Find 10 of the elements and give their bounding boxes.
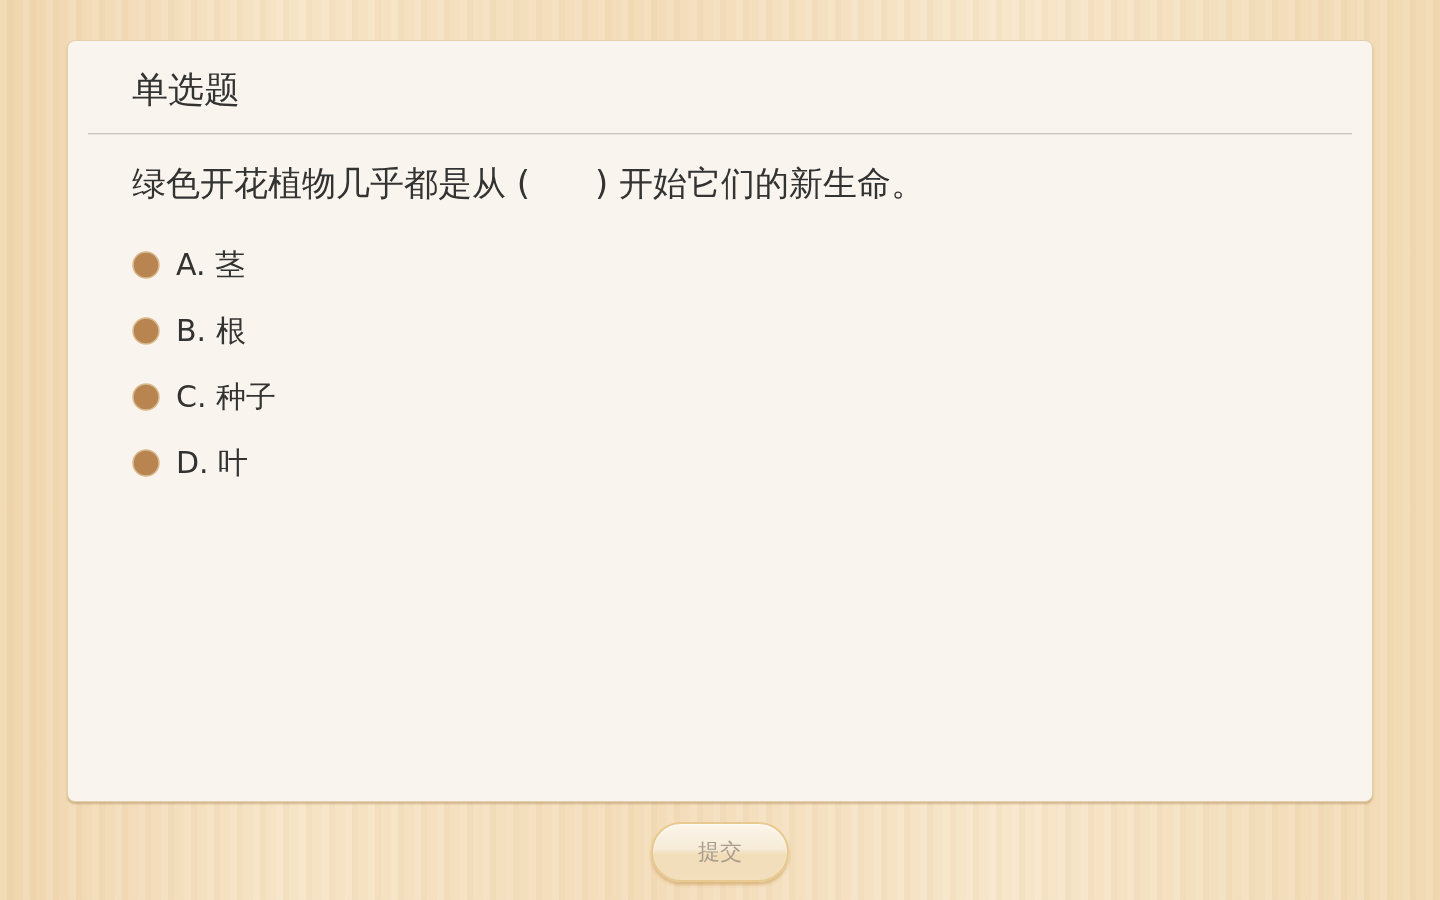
radio-icon[interactable] [132,251,160,279]
option-label[interactable]: B. 根 [176,311,246,351]
question-type-title: 单选题 [132,67,240,112]
radio-icon[interactable] [132,449,160,477]
question-text: 绿色开花植物几乎都是从 ( ) 开始它们的新生命。 [132,163,925,203]
radio-icon[interactable] [132,383,160,411]
radio-icon[interactable] [132,317,160,345]
option-label[interactable]: C. 种子 [176,377,277,417]
option-label[interactable]: A. 茎 [176,245,246,285]
option-label[interactable]: D. 叶 [176,443,249,483]
